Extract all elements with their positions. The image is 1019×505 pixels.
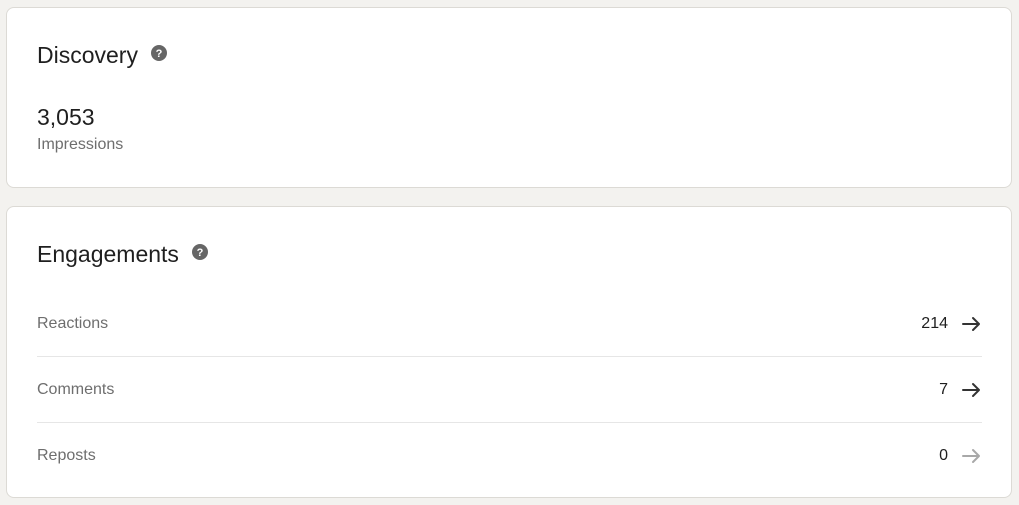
arrow-right-icon[interactable] bbox=[962, 316, 982, 332]
engagements-header: Engagements ? bbox=[37, 241, 208, 268]
row-count: 7 bbox=[939, 380, 948, 398]
comments-row[interactable]: Comments 7 bbox=[37, 357, 982, 423]
row-label: Reposts bbox=[37, 447, 96, 464]
svg-text:?: ? bbox=[156, 48, 163, 60]
svg-text:?: ? bbox=[197, 247, 204, 259]
row-count: 214 bbox=[921, 314, 948, 332]
help-icon[interactable]: ? bbox=[191, 244, 208, 260]
discovery-header: Discovery ? bbox=[37, 42, 167, 69]
engagements-card: Engagements ? Reactions 214 Comments 7 R… bbox=[6, 206, 1012, 498]
arrow-right-icon[interactable] bbox=[962, 382, 982, 398]
discovery-title: Discovery bbox=[37, 42, 138, 68]
row-label: Reactions bbox=[37, 314, 109, 332]
row-count: 0 bbox=[939, 447, 948, 464]
discovery-card: Discovery ? 3,053 Impressions bbox=[6, 7, 1012, 188]
engagement-list: Reactions 214 Comments 7 Reposts 0 bbox=[37, 291, 982, 489]
row-label: Comments bbox=[37, 380, 115, 398]
help-icon[interactable]: ? bbox=[150, 45, 167, 61]
impressions-value: 3,053 bbox=[37, 104, 95, 130]
engagements-title: Engagements bbox=[37, 241, 179, 267]
reposts-row[interactable]: Reposts 0 bbox=[37, 423, 982, 489]
impressions-label: Impressions bbox=[37, 136, 124, 153]
arrow-right-icon[interactable] bbox=[962, 448, 982, 464]
reactions-row[interactable]: Reactions 214 bbox=[37, 291, 982, 357]
